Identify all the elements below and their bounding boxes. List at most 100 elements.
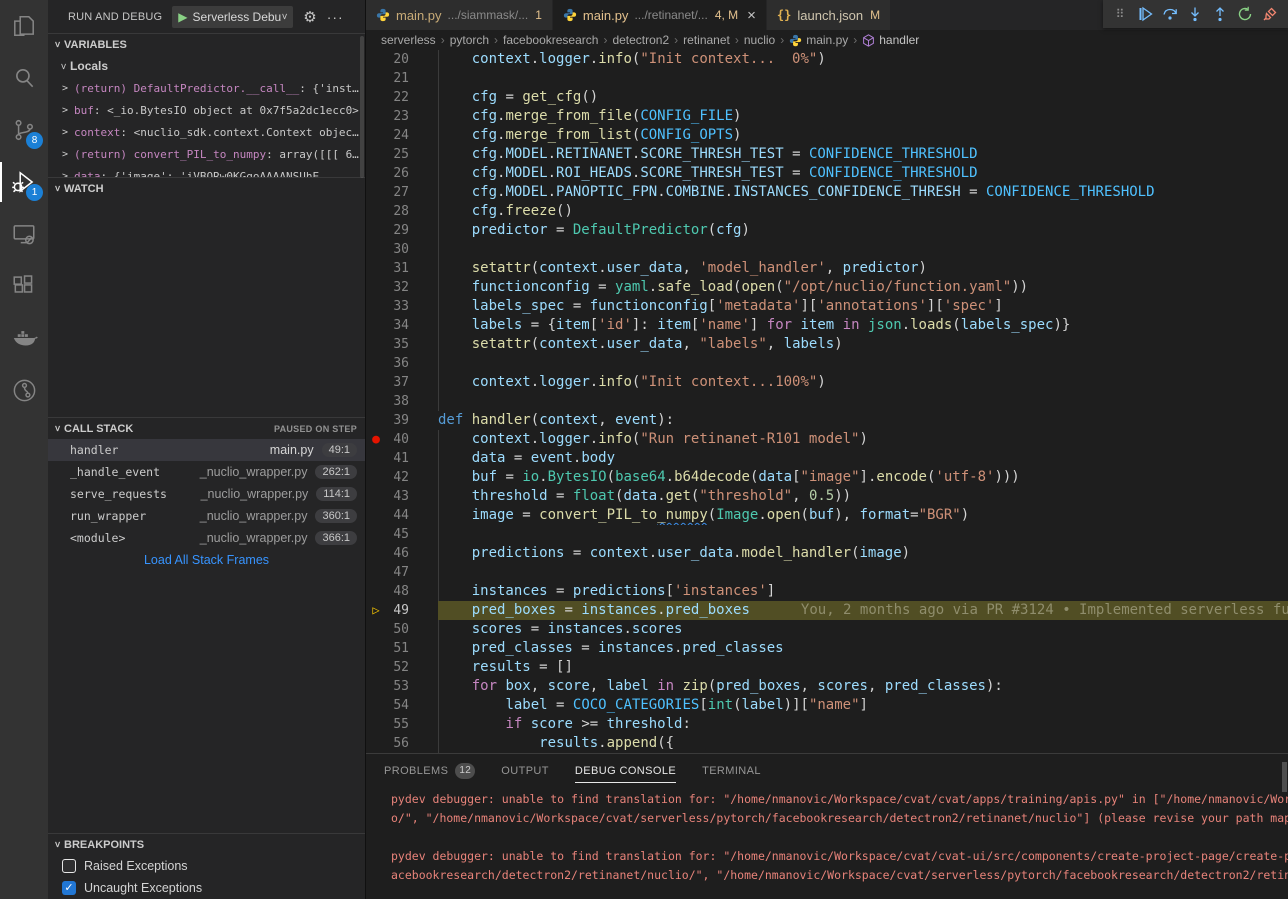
gutter[interactable]: 52 [366,658,438,677]
search-icon[interactable] [0,52,48,104]
gutter[interactable]: 35 [366,335,438,354]
code-line[interactable]: 47 [366,563,1288,582]
code-line[interactable]: ●40 context.logger.info("Run retinanet-R… [366,430,1288,449]
stack-frame-row[interactable]: run_wrapper_nuclio_wrapper.py360:1 [48,505,365,527]
code-line[interactable]: 42 buf = io.BytesIO(base64.b64decode(dat… [366,468,1288,487]
gutter[interactable]: 23 [366,107,438,126]
code-line[interactable]: 24 cfg.merge_from_list(CONFIG_OPTS) [366,126,1288,145]
load-all-stack-frames-link[interactable]: Load All Stack Frames [48,549,365,571]
gutter[interactable]: 32 [366,278,438,297]
debug-console-output[interactable]: pydev debugger: unable to find translati… [366,787,1288,899]
gutter[interactable]: 29 [366,221,438,240]
variable-row[interactable]: >context: <nuclio_sdk.context.Context ob… [48,121,365,143]
gutter[interactable]: 44 [366,506,438,525]
panel-scrollbar[interactable] [1282,762,1287,792]
code-line[interactable]: 45 [366,525,1288,544]
gutter[interactable]: 36 [366,354,438,373]
code-line[interactable]: 25 cfg.MODEL.RETINANET.SCORE_THRESH_TEST… [366,145,1288,164]
tab-output[interactable]: OUTPUT [501,754,549,787]
gutter[interactable]: 43 [366,487,438,506]
gutter[interactable]: 45 [366,525,438,544]
continue-button[interactable] [1132,2,1157,26]
code-line[interactable]: 43 threshold = float(data.get("threshold… [366,487,1288,506]
code-line[interactable]: 37 context.logger.info("Init context...1… [366,373,1288,392]
docker-icon[interactable] [0,312,48,364]
code-line[interactable]: 56 results.append({ [366,734,1288,753]
gutter[interactable]: 42 [366,468,438,487]
code-line[interactable]: 28 cfg.freeze() [366,202,1288,221]
code-line[interactable]: 50 scores = instances.scores [366,620,1288,639]
code-line[interactable]: 33 labels_spec = functionconfig['metadat… [366,297,1288,316]
gutter[interactable]: 53 [366,677,438,696]
gutter[interactable]: 46 [366,544,438,563]
code-line[interactable]: 22 cfg = get_cfg() [366,88,1288,107]
code-line[interactable]: 39def handler(context, event): [366,411,1288,430]
drag-handle-icon[interactable]: ⠿ [1107,2,1132,26]
locals-scope-row[interactable]: > Locals [48,55,365,77]
tab-launch-json[interactable]: {} launch.json M [767,0,891,30]
call-stack-section-header[interactable]: > CALL STACK PAUSED ON STEP [48,417,365,439]
variable-row[interactable]: >(return) DefaultPredictor.__call__: {'i… [48,77,365,99]
tab-terminal[interactable]: TERMINAL [702,754,761,787]
tab-main-py-siammask[interactable]: main.py .../siammask/... 1 [366,0,553,30]
gutter[interactable]: 26 [366,164,438,183]
variable-row[interactable]: >data: {'image': 'iVBORw0KGgoAAAANSUhE… [48,165,365,177]
gutter[interactable]: 37 [366,373,438,392]
code-line[interactable]: 55 if score >= threshold: [366,715,1288,734]
gutter[interactable]: 55 [366,715,438,734]
gutter[interactable]: 48 [366,582,438,601]
breadcrumb-item[interactable]: pytorch [450,33,489,47]
stack-frame-row[interactable]: <module>_nuclio_wrapper.py366:1 [48,527,365,549]
breakpoint-row[interactable]: Raised Exceptions [48,855,365,877]
gutter[interactable]: ▷49 [366,601,438,620]
breadcrumb-item[interactable]: nuclio [744,33,775,47]
explorer-icon[interactable] [0,0,48,52]
breadcrumb-item[interactable]: handler [862,33,919,47]
gutter[interactable]: 33 [366,297,438,316]
gutter[interactable]: 28 [366,202,438,221]
step-out-button[interactable] [1207,2,1232,26]
sidebar-scrollbar[interactable] [360,36,364,178]
gutter[interactable]: 50 [366,620,438,639]
code-line[interactable]: 46 predictions = context.user_data.model… [366,544,1288,563]
step-over-button[interactable] [1157,2,1182,26]
breadcrumb-item[interactable]: retinanet [683,33,730,47]
breadcrumb-item[interactable]: main.py [789,33,848,47]
watch-section-header[interactable]: > WATCH [48,177,365,199]
gutter[interactable]: 24 [366,126,438,145]
gear-icon[interactable]: ⚙ [303,8,316,26]
gutter[interactable]: 27 [366,183,438,202]
gutter[interactable]: 54 [366,696,438,715]
gutter[interactable]: 38 [366,392,438,411]
breakpoint-dot-icon[interactable]: ● [372,432,380,447]
code-line[interactable]: 48 instances = predictions['instances'] [366,582,1288,601]
run-and-debug-icon[interactable]: 1 [0,156,48,208]
gutter[interactable]: 34 [366,316,438,335]
code-line[interactable]: 38 [366,392,1288,411]
stack-frame-row[interactable]: _handle_event_nuclio_wrapper.py262:1 [48,461,365,483]
breadcrumb-item[interactable]: serverless [381,33,436,47]
checkbox[interactable]: ✓ [62,881,76,895]
stack-frame-row[interactable]: serve_requests_nuclio_wrapper.py114:1 [48,483,365,505]
gutter[interactable]: 39 [366,411,438,430]
gutter[interactable]: 56 [366,734,438,753]
tab-main-py-retinanet[interactable]: main.py .../retinanet/... 4, M × [553,0,767,30]
source-control-icon[interactable]: 8 [0,104,48,156]
disconnect-button[interactable] [1257,2,1282,26]
code-line[interactable]: 29 predictor = DefaultPredictor(cfg) [366,221,1288,240]
restart-button[interactable] [1232,2,1257,26]
code-line[interactable]: 30 [366,240,1288,259]
variable-row[interactable]: >buf: <_io.BytesIO object at 0x7f5a2dc1e… [48,99,365,121]
code-line[interactable]: 21 [366,69,1288,88]
gutter[interactable]: 31 [366,259,438,278]
gutter[interactable]: 20 [366,50,438,69]
code-line[interactable]: 20 context.logger.info("Init context... … [366,50,1288,69]
remote-explorer-icon[interactable] [0,208,48,260]
extensions-icon[interactable] [0,260,48,312]
code-line[interactable]: 53 for box, score, label in zip(pred_box… [366,677,1288,696]
code-line[interactable]: 31 setattr(context.user_data, 'model_han… [366,259,1288,278]
gutter[interactable]: 30 [366,240,438,259]
code-line[interactable]: 52 results = [] [366,658,1288,677]
code-line[interactable]: 34 labels = {item['id']: item['name'] fo… [366,316,1288,335]
step-into-button[interactable] [1182,2,1207,26]
